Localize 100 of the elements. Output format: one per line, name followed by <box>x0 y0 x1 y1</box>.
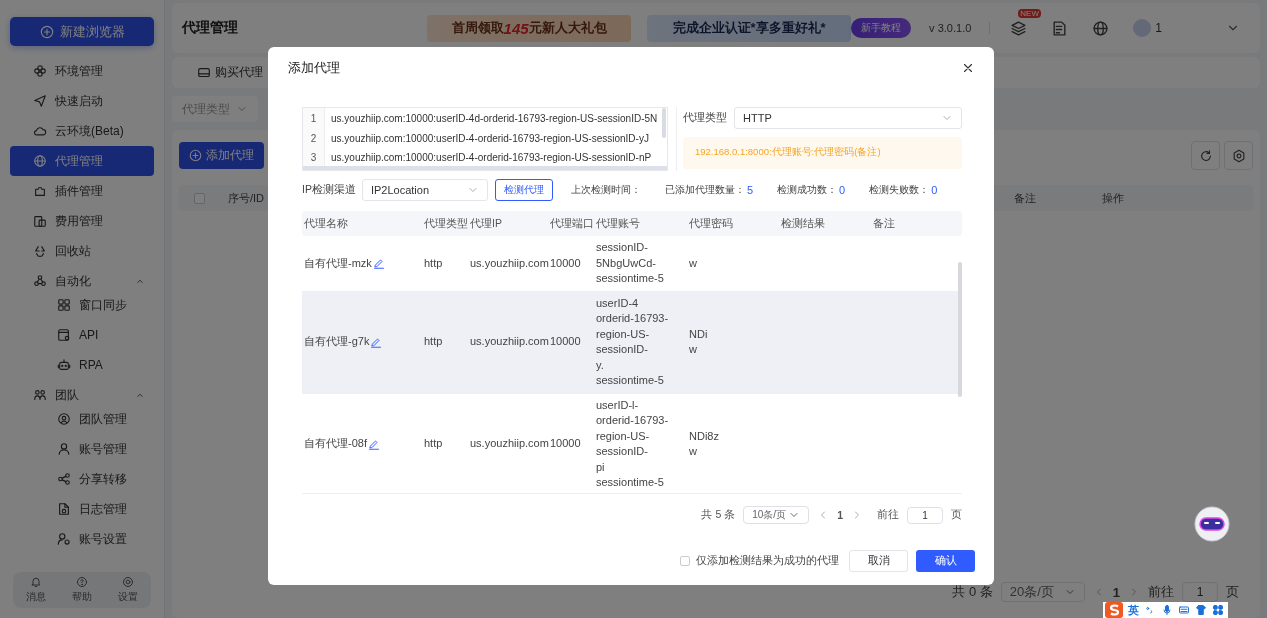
plus-circle-icon <box>189 149 202 162</box>
proxy-name: 自有代理-08f <box>304 436 367 452</box>
proxy-name: 自有代理-mzk <box>304 255 372 271</box>
globe-icon[interactable] <box>1092 19 1110 37</box>
stat-value: 0 <box>931 184 938 196</box>
user-name[interactable]: 1 <box>1155 21 1162 35</box>
assistant-robot-icon[interactable] <box>1193 505 1231 543</box>
promo-banner[interactable]: 首周领取145元新人大礼包 <box>427 14 632 42</box>
column-header: 备注 <box>1014 190 1037 206</box>
new-browser-button[interactable]: 新建浏览器 <box>10 17 154 46</box>
checkbox-label[interactable]: 仅添加检测结果为成功的代理 <box>696 554 839 568</box>
check-proxy-button[interactable]: 检测代理 <box>494 179 553 201</box>
page-input[interactable]: 1 <box>907 506 943 524</box>
pencil-icon[interactable] <box>370 336 383 348</box>
sidebar-item[interactable]: API <box>10 320 154 350</box>
monitor-icon <box>197 65 211 80</box>
sidebar-item[interactable]: 插件管理 <box>10 176 154 206</box>
sidebar-group-label[interactable]: 团队 <box>55 386 126 404</box>
page-unit: 页 <box>1226 583 1239 601</box>
pencil-icon[interactable] <box>372 257 385 270</box>
shirt-icon[interactable] <box>1195 604 1207 616</box>
sidebar-item[interactable]: 账号设置 <box>10 524 154 554</box>
column-header: 检测结果 <box>780 216 826 231</box>
scrollbar[interactable] <box>303 166 667 170</box>
people-icon <box>33 388 47 402</box>
proxy-name: 自有代理-g7k <box>304 334 370 350</box>
sidebar-group-label[interactable]: 自动化 <box>55 272 126 290</box>
table-row[interactable]: 自有代理-08f http us.youzhiip.com10000 userID-l- orderid-16793- region-US- sessionID- pi sessiontime-5 NDi8z w <box>302 393 958 493</box>
stat-label: 检测成功数： <box>777 183 838 197</box>
current-page[interactable]: 1 <box>837 509 843 521</box>
pencil-icon[interactable] <box>367 438 380 450</box>
help-icon[interactable] <box>76 576 88 588</box>
apps-icon[interactable] <box>1212 604 1224 616</box>
column-header: 代理密码 <box>688 216 734 231</box>
page-input[interactable]: 1 <box>1182 582 1218 602</box>
column-header: 代理IP <box>469 216 503 231</box>
sidebar-item[interactable]: 回收站 <box>10 236 154 266</box>
layers-icon[interactable] <box>1010 19 1028 37</box>
total-count: 共 0 条 <box>952 583 993 601</box>
column-header: 备注 <box>872 216 896 231</box>
field-label: 代理类型 <box>683 111 727 125</box>
page-size-select[interactable]: 10条/页 <box>743 506 810 524</box>
globe-icon <box>33 154 47 168</box>
settings-button[interactable] <box>1224 141 1253 170</box>
puzzle-icon <box>33 184 47 198</box>
table-cell-text: 10000 <box>549 334 582 350</box>
proxy-type-select[interactable]: HTTP <box>734 107 962 129</box>
tab-label[interactable]: 购买代理 <box>215 64 263 81</box>
sidebar-item[interactable]: 环境管理 <box>10 56 154 86</box>
checkbox[interactable] <box>194 192 205 204</box>
footer-label[interactable]: 消息 <box>26 590 46 604</box>
goto-label: 前往 <box>1148 583 1174 601</box>
channel-select[interactable]: IP2Location <box>361 179 488 201</box>
sidebar-item[interactable]: 日志管理 <box>10 494 154 524</box>
cancel-button[interactable]: 取消 <box>849 550 908 572</box>
checkbox[interactable] <box>680 556 690 566</box>
close-icon[interactable] <box>961 61 975 75</box>
add-proxy-button[interactable]: 添加代理 <box>179 142 264 169</box>
sidebar-item[interactable]: 分享转移 <box>10 464 154 494</box>
confirm-button[interactable]: 确认 <box>916 550 975 572</box>
current-page[interactable]: 1 <box>1112 584 1120 600</box>
sidebar-item[interactable]: 费用管理 <box>10 206 154 236</box>
promo-banner[interactable]: 完成企业认证*享多重好礼* <box>647 14 852 42</box>
clover-icon <box>33 64 47 78</box>
column-header: 代理名称 <box>303 216 349 231</box>
tab[interactable]: 购买代理 <box>197 64 263 81</box>
table-cell-text: http <box>423 436 444 452</box>
microphone-icon[interactable] <box>1161 604 1173 616</box>
table-cell-text: http <box>423 255 444 271</box>
table-cell-text: us.youzhiip.com <box>469 334 548 350</box>
table-row[interactable]: 自有代理-g7k http us.youzhiip.com10000 userID-4 orderid-16793- region-US- sessionID- y. sessiontime-5 NDi w <box>302 291 958 394</box>
table-cell-text: us.youzhiip.com <box>469 436 548 452</box>
stat-value: 5 <box>746 184 754 196</box>
sidebar-item[interactable]: 账号管理 <box>10 434 154 464</box>
document-icon[interactable] <box>1051 19 1069 37</box>
sidebar-item[interactable]: 窗口同步 <box>10 290 154 320</box>
column-header: 代理账号 <box>595 216 641 231</box>
cloud-icon <box>33 124 47 138</box>
table-row[interactable]: 自有代理-mzk http us.youzhiip.com10000 sessionID- 5NbgUwCd- sessiontime-5 w <box>302 236 958 292</box>
settings-icon[interactable] <box>122 576 134 588</box>
sidebar-item[interactable]: RPA <box>10 350 154 380</box>
settings-icon <box>1231 148 1246 163</box>
proxy-input-area[interactable] <box>302 107 668 171</box>
line-number: 3 <box>309 151 318 165</box>
refresh-button[interactable] <box>1191 141 1220 170</box>
tutorial-badge[interactable]: 新手教程 <box>851 18 912 38</box>
page-size-select[interactable]: 20条/页 <box>1000 582 1085 602</box>
dialog-title: 添加代理 <box>288 59 340 77</box>
sidebar-item[interactable]: 云环境(Beta) <box>10 116 154 146</box>
footer-label[interactable]: 设置 <box>118 590 138 604</box>
input-mode[interactable]: 英 <box>1128 602 1139 618</box>
receipt-icon <box>33 214 47 228</box>
bell-icon[interactable] <box>30 576 42 588</box>
recycle-icon <box>33 244 47 258</box>
input-method-logo[interactable] <box>1105 602 1123 618</box>
sidebar-item[interactable]: 团队管理 <box>10 404 154 434</box>
sidebar-item[interactable]: 快速启动 <box>10 86 154 116</box>
keyboard-icon[interactable] <box>1178 604 1190 616</box>
footer-label[interactable]: 帮助 <box>72 590 92 604</box>
sidebar-item[interactable]: 代理管理 <box>10 146 154 176</box>
